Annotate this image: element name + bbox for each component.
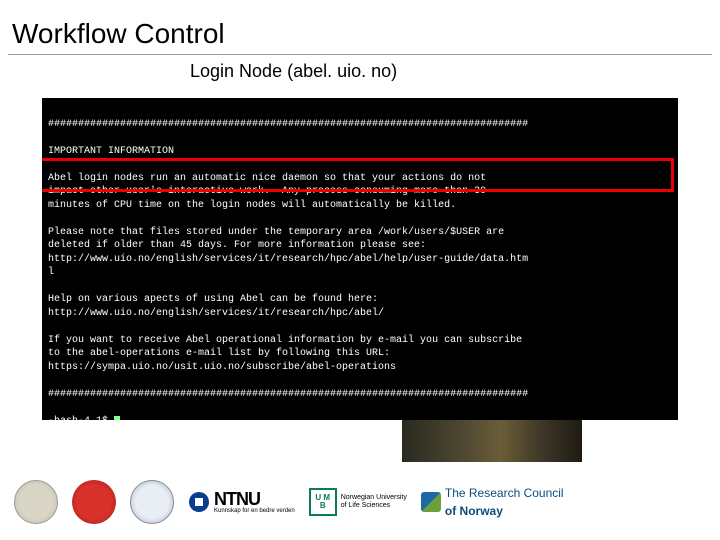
logo-uio [14, 480, 58, 524]
cursor-icon [114, 416, 120, 421]
term-line: minutes of CPU time on the login nodes w… [48, 200, 456, 211]
term-line: to the abel-operations e-mail list by fo… [48, 348, 390, 359]
term-line: deleted if older than 45 days. For more … [48, 240, 426, 251]
rcn-text-2: of Norway [445, 504, 503, 518]
title-underline [8, 54, 712, 55]
logo-red-seal [72, 480, 116, 524]
terminal-window: ########################################… [42, 98, 678, 420]
red-seal-icon [72, 480, 116, 524]
logo-tromso [130, 480, 174, 524]
term-line: IMPORTANT INFORMATION [48, 146, 174, 157]
term-prompt: -bash-4.1$ [48, 416, 114, 421]
subtitle: Login Node (abel. uio. no) [0, 61, 720, 82]
ntnu-name: NTNU [214, 490, 295, 508]
term-prompt-line: -bash-4.1$ [48, 416, 120, 421]
term-line: http://www.uio.no/english/services/it/re… [48, 254, 528, 265]
term-line: ########################################… [48, 389, 528, 400]
term-line: ########################################… [48, 119, 528, 130]
term-line: l [48, 267, 54, 278]
umb-icon: U M B [309, 488, 337, 516]
page-title: Workflow Control [0, 0, 720, 54]
logo-rcn: The Research Council of Norway [421, 484, 564, 520]
ntnu-tagline: Kunnskap for en bedre verden [214, 508, 295, 514]
rcn-icon [421, 492, 441, 512]
term-line: If you want to receive Abel operational … [48, 335, 522, 346]
ntnu-icon [188, 491, 210, 513]
rcn-text-1: The Research Council [445, 486, 564, 500]
uio-seal-icon [14, 480, 58, 524]
term-line: Please note that files stored under the … [48, 227, 504, 238]
term-line: impact other user's interactive work. An… [48, 186, 486, 197]
umb-name: Norwegian University of Life Sciences [341, 494, 407, 509]
logo-row: NTNU Kunnskap for en bedre verden U M B … [0, 472, 720, 532]
term-line: Abel login nodes run an automatic nice d… [48, 173, 486, 184]
term-line: Help on various apects of using Abel can… [48, 294, 378, 305]
term-line: https://sympa.uio.no/usit.uio.no/subscri… [48, 362, 396, 373]
server-photo [402, 420, 582, 462]
term-line: http://www.uio.no/english/services/it/re… [48, 308, 384, 319]
logo-ntnu: NTNU Kunnskap for en bedre verden [188, 490, 295, 514]
tromso-seal-icon [130, 480, 174, 524]
logo-umb: U M B Norwegian University of Life Scien… [309, 488, 407, 516]
